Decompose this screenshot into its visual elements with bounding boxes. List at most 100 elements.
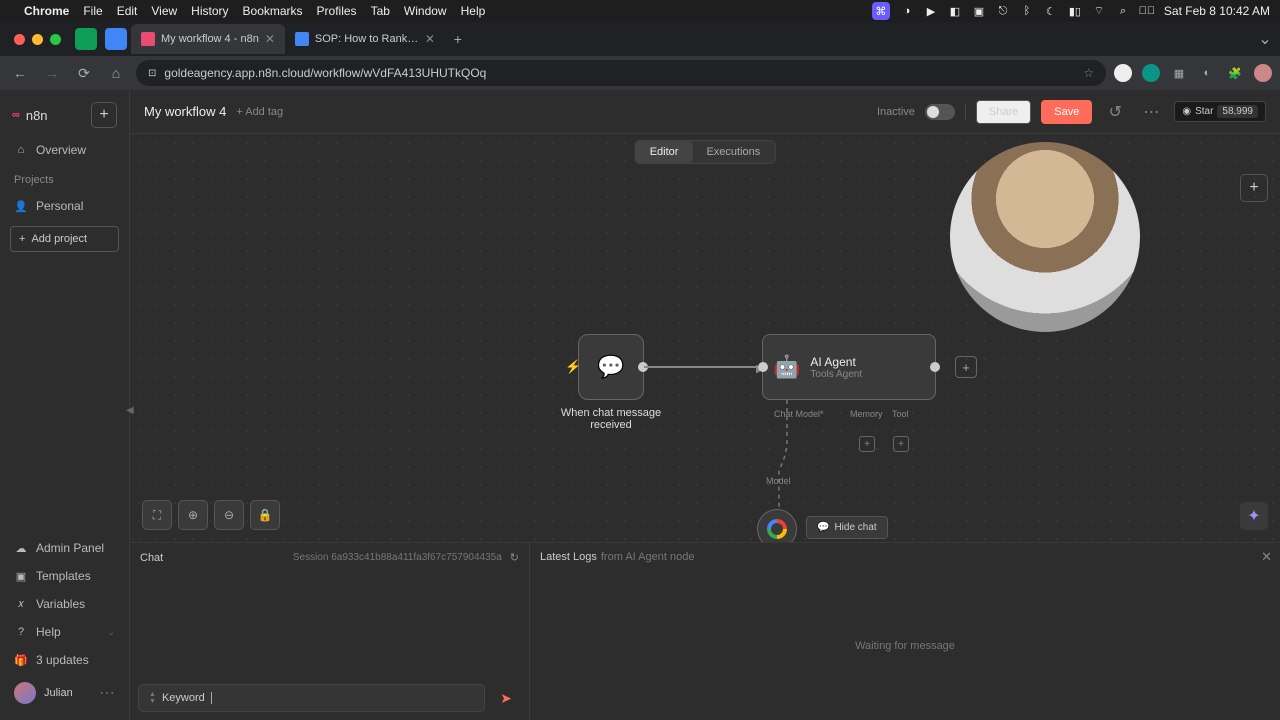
chevron-down-icon: ⌄ <box>107 627 115 638</box>
tab-overflow-icon[interactable]: ⌄ <box>1254 28 1276 50</box>
wifi-icon[interactable]: ⌔ <box>1092 4 1106 18</box>
extension-icon[interactable]: ◐ <box>1198 64 1216 82</box>
home-icon: ⌂ <box>14 144 28 156</box>
sidebar-item-variables[interactable]: 𝑥 Variables <box>6 590 123 618</box>
github-star-button[interactable]: ◉ Star 58,999 <box>1174 101 1266 122</box>
sidebar-item-overview[interactable]: ⌂ Overview <box>6 136 123 164</box>
menu-help[interactable]: Help <box>461 4 486 18</box>
extensions-puzzle-icon[interactable]: 🧩 <box>1226 64 1244 82</box>
close-icon[interactable]: ✕ <box>265 32 275 46</box>
bookmark-icon[interactable]: ☆ <box>1083 66 1094 80</box>
control-center-icon[interactable]: �⃝ <box>1140 4 1154 18</box>
profile-avatar[interactable] <box>1254 64 1272 82</box>
new-tab-button[interactable]: + <box>445 26 471 52</box>
input-port[interactable] <box>758 362 768 372</box>
tab-editor[interactable]: Editor <box>636 141 693 163</box>
add-node-button[interactable]: + <box>955 356 977 378</box>
ellipsis-icon[interactable]: ⋯ <box>99 683 115 703</box>
close-logs-button[interactable]: ✕ <box>1261 549 1272 565</box>
add-workflow-button[interactable]: + <box>91 102 117 128</box>
lock-button[interactable]: 🔒 <box>250 500 280 530</box>
play-icon[interactable]: ▶ <box>924 4 938 18</box>
extension-icon[interactable] <box>1142 64 1160 82</box>
history-icon[interactable]: ↺ <box>1102 99 1128 125</box>
node-ai-agent[interactable]: 🤖 AI Agent Tools Agent + <box>762 334 936 400</box>
active-toggle[interactable] <box>925 104 955 120</box>
clock[interactable]: Sat Feb 8 10:42 AM <box>1164 4 1270 18</box>
menu-tab[interactable]: Tab <box>371 4 390 18</box>
menu-file[interactable]: File <box>83 4 102 18</box>
node-subtitle: Tools Agent <box>810 369 862 380</box>
tab-executions[interactable]: Executions <box>692 141 774 163</box>
site-info-icon[interactable]: ⊡ <box>148 68 156 79</box>
status-icon[interactable]: ◑ <box>900 4 914 18</box>
sidebar-item-templates[interactable]: ▣ Templates <box>6 562 123 590</box>
pinned-tab[interactable] <box>105 28 127 50</box>
reload-button[interactable]: ⟳ <box>72 61 96 85</box>
session-label: Session <box>293 552 329 563</box>
node-chat-trigger[interactable]: ⚡ 💬 When chat message received <box>578 334 644 400</box>
node-google-model[interactable] <box>757 509 797 542</box>
save-button[interactable]: Save <box>1041 100 1092 124</box>
history-chevrons-icon[interactable]: ▲▼ <box>149 691 156 705</box>
search-icon[interactable]: ⌕ <box>1116 4 1130 18</box>
status-icon[interactable]: ◧ <box>948 4 962 18</box>
window-maximize-button[interactable] <box>50 34 61 45</box>
battery-icon[interactable]: ▮▯ <box>1068 4 1082 18</box>
add-project-label: Add project <box>31 233 87 245</box>
window-close-button[interactable] <box>14 34 25 45</box>
menu-edit[interactable]: Edit <box>117 4 138 18</box>
zoom-in-button[interactable]: ⊕ <box>178 500 208 530</box>
more-icon[interactable]: ⋯ <box>1138 99 1164 125</box>
forward-button[interactable]: → <box>40 61 64 85</box>
bluetooth-icon[interactable]: ᛒ <box>1020 4 1034 18</box>
menu-view[interactable]: View <box>151 4 177 18</box>
sidebar-item-label: Personal <box>36 199 83 213</box>
user-name: Julian <box>44 687 73 699</box>
send-button[interactable]: ➤ <box>491 684 521 712</box>
ask-ai-button[interactable]: ✦ <box>1240 502 1268 530</box>
browser-tab-active[interactable]: My workflow 4 - n8n ✕ <box>131 24 285 54</box>
refresh-session-button[interactable]: ↻ <box>510 551 519 564</box>
workflow-name[interactable]: My workflow 4 <box>144 104 226 119</box>
pinned-tab[interactable] <box>75 28 97 50</box>
sidebar-user[interactable]: Julian ⋯ <box>6 674 123 712</box>
share-button[interactable]: Share <box>976 100 1031 124</box>
browser-tab[interactable]: SOP: How to Rank #1 in 24 h… ✕ <box>285 24 445 54</box>
menu-history[interactable]: History <box>191 4 228 18</box>
sidebar-item-updates[interactable]: 🎁 3 updates <box>6 646 123 674</box>
collapse-sidebar-button[interactable]: ◀ <box>126 405 134 416</box>
add-memory-button[interactable]: + <box>859 436 875 452</box>
add-tool-button[interactable]: + <box>893 436 909 452</box>
logs-title: Latest Logs <box>540 551 597 563</box>
window-minimize-button[interactable] <box>32 34 43 45</box>
extension-icon[interactable]: ▦ <box>1170 64 1188 82</box>
moon-icon[interactable]: ☾ <box>1044 4 1058 18</box>
status-icon[interactable]: ⎋ <box>996 4 1010 18</box>
sidebar-item-help[interactable]: ? Help ⌄ <box>6 618 123 646</box>
connection-wire[interactable] <box>644 366 762 368</box>
menu-bookmarks[interactable]: Bookmarks <box>243 4 303 18</box>
menu-profiles[interactable]: Profiles <box>317 4 357 18</box>
variables-icon: 𝑥 <box>14 598 28 611</box>
address-bar[interactable]: ⊡ goldeagency.app.n8n.cloud/workflow/wVd… <box>136 60 1106 86</box>
extension-icon[interactable] <box>1114 64 1132 82</box>
sidebar-item-admin[interactable]: ☁ Admin Panel <box>6 534 123 562</box>
sidebar-item-personal[interactable]: 👤 Personal <box>6 192 123 220</box>
app-name[interactable]: Chrome <box>24 4 69 18</box>
status-icon[interactable]: ⌘ <box>872 2 890 20</box>
hide-chat-button[interactable]: 💬 Hide chat <box>806 516 888 539</box>
status-icon[interactable]: ▣ <box>972 4 986 18</box>
output-port[interactable] <box>930 362 940 372</box>
back-button[interactable]: ← <box>8 61 32 85</box>
add-tag-button[interactable]: + Add tag <box>236 106 283 118</box>
add-node-panel-button[interactable]: + <box>1240 174 1268 202</box>
workflow-canvas[interactable]: Editor Executions + ⚡ 💬 When chat messag… <box>130 134 1280 542</box>
chat-input[interactable]: ▲▼ Keyword <box>138 684 485 712</box>
add-project-button[interactable]: + Add project <box>10 226 119 252</box>
home-button[interactable]: ⌂ <box>104 61 128 85</box>
zoom-out-button[interactable]: ⊖ <box>214 500 244 530</box>
fit-view-button[interactable]: ⛶ <box>142 500 172 530</box>
menu-window[interactable]: Window <box>404 4 447 18</box>
close-icon[interactable]: ✕ <box>425 32 435 46</box>
